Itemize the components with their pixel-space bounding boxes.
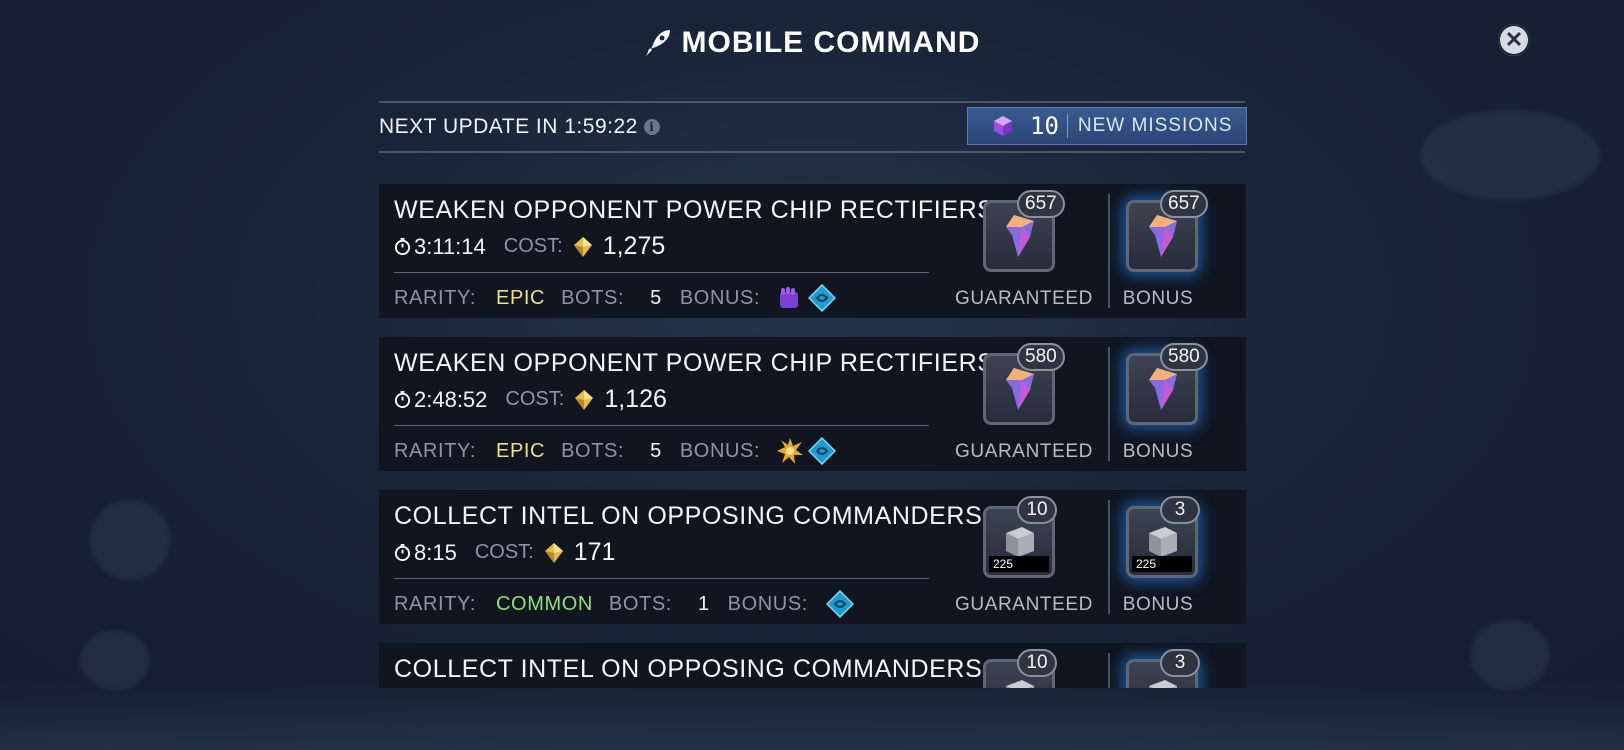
guaranteed-reward[interactable]: 225 10 GUARANTEED bbox=[955, 496, 1093, 618]
power-chip-icon bbox=[1149, 215, 1177, 257]
mission-title: COLLECT INTEL ON OPPOSING COMMANDERS bbox=[394, 655, 983, 683]
guaranteed-reward[interactable]: 580 GUARANTEED bbox=[955, 343, 1093, 465]
reward-count: 657 bbox=[1160, 190, 1208, 218]
rocket-icon bbox=[645, 30, 670, 56]
circuit-icon bbox=[808, 437, 837, 465]
bonus-reward[interactable]: 3 bbox=[1098, 649, 1218, 688]
clock-icon bbox=[394, 391, 411, 408]
clock-icon bbox=[394, 238, 411, 255]
mission-title: WEAKEN OPPONENT POWER CHIP RECTIFIERS bbox=[394, 349, 995, 377]
bots-value: 5 bbox=[650, 286, 662, 309]
mission-card[interactable]: COLLECT INTEL ON OPPOSING COMMANDERS 8:1… bbox=[379, 490, 1246, 624]
header-bar: NEXT UPDATE IN 1:59:22 i 10 NEW MISSIONS bbox=[379, 101, 1247, 153]
divider bbox=[394, 425, 929, 426]
reward-count: 3 bbox=[1160, 649, 1200, 677]
mission-card[interactable]: WEAKEN OPPONENT POWER CHIP RECTIFIERS 2:… bbox=[379, 337, 1246, 471]
bots-value: 1 bbox=[697, 592, 710, 615]
info-icon[interactable]: i bbox=[643, 119, 660, 135]
power-chip-icon bbox=[1006, 368, 1034, 410]
mission-info: RARITY: EPIC BOTS: 5 BONUS: bbox=[394, 437, 837, 465]
background-band bbox=[0, 680, 1624, 750]
bonus-label: BONUS: bbox=[679, 286, 761, 309]
mission-meta: 2:48:52 COST: 1,126 bbox=[394, 385, 667, 414]
background-blur bbox=[90, 500, 170, 580]
mission-info: RARITY: EPIC BOTS: 5 BONUS: bbox=[394, 284, 837, 312]
guaranteed-label: GUARANTEED bbox=[955, 288, 1093, 309]
bonus-reward-label: BONUS bbox=[1122, 594, 1194, 615]
new-missions-button[interactable]: 10 NEW MISSIONS bbox=[967, 107, 1247, 145]
bots-label: BOTS: bbox=[561, 286, 625, 309]
burst-icon bbox=[777, 438, 804, 464]
reward-strip: 225 bbox=[989, 556, 1049, 572]
cost-label: COST: bbox=[505, 388, 565, 410]
mission-time: 2:48:52 bbox=[414, 386, 488, 412]
divider bbox=[394, 272, 929, 273]
mission-time: 3:11:14 bbox=[414, 233, 486, 259]
cost-label: COST: bbox=[474, 541, 534, 563]
reward-count: 657 bbox=[1017, 190, 1065, 218]
bonus-label: BONUS: bbox=[727, 592, 808, 615]
mission-meta: 8:15 COST: 171 bbox=[394, 538, 615, 567]
bots-value: 5 bbox=[650, 439, 662, 462]
page-title: MOBILE COMMAND bbox=[644, 26, 981, 60]
mission-info: RARITY: COMMON BOTS: 1 BONUS: bbox=[394, 590, 854, 618]
mission-meta: 3:11:14 COST: 1,275 bbox=[394, 232, 665, 261]
bots-label: BOTS: bbox=[608, 592, 672, 615]
reward-strip: 225 bbox=[1132, 556, 1192, 572]
bonus-reward-label: BONUS bbox=[1122, 288, 1194, 309]
guaranteed-label: GUARANTEED bbox=[955, 441, 1093, 462]
reward-count: 10 bbox=[1017, 496, 1057, 524]
bonus-reward[interactable]: 657 BONUS bbox=[1098, 190, 1218, 312]
gem-icon bbox=[573, 236, 592, 257]
gem-icon bbox=[575, 389, 594, 410]
bots-label: BOTS: bbox=[561, 439, 625, 462]
mission-card[interactable]: WEAKEN OPPONENT POWER CHIP RECTIFIERS 3:… bbox=[379, 184, 1246, 318]
gem-icon bbox=[544, 542, 563, 563]
background-blur bbox=[1420, 110, 1600, 200]
guaranteed-reward[interactable]: 657 GUARANTEED bbox=[955, 190, 1093, 312]
reward-count: 580 bbox=[1017, 343, 1065, 371]
title-row: MOBILE COMMAND bbox=[0, 26, 1624, 63]
rarity-value: EPIC bbox=[496, 439, 546, 462]
mission-title: WEAKEN OPPONENT POWER CHIP RECTIFIERS bbox=[394, 196, 995, 224]
next-update: NEXT UPDATE IN 1:59:22 i bbox=[379, 115, 660, 139]
rarity-value: EPIC bbox=[496, 286, 546, 309]
rarity-label: RARITY: bbox=[394, 592, 476, 615]
power-chip-icon bbox=[1149, 368, 1177, 410]
reward-count: 3 bbox=[1160, 496, 1200, 524]
close-icon: ✕ bbox=[1504, 27, 1524, 52]
mission-cost: 1,126 bbox=[604, 385, 667, 413]
circuit-icon bbox=[825, 590, 854, 618]
bonus-reward[interactable]: 580 BONUS bbox=[1098, 343, 1218, 465]
reward-count: 10 bbox=[1017, 649, 1057, 677]
cube-icon bbox=[994, 116, 1012, 136]
mission-list[interactable]: WEAKEN OPPONENT POWER CHIP RECTIFIERS 3:… bbox=[379, 184, 1246, 688]
close-button[interactable]: ✕ bbox=[1498, 24, 1530, 56]
mission-title: COLLECT INTEL ON OPPOSING COMMANDERS bbox=[394, 502, 983, 530]
mission-time: 8:15 bbox=[414, 539, 457, 565]
rarity-label: RARITY: bbox=[394, 439, 476, 462]
power-chip-icon bbox=[1006, 215, 1034, 257]
guaranteed-reward[interactable]: 10 bbox=[955, 649, 1075, 688]
bonus-label: BONUS: bbox=[679, 439, 761, 462]
mission-card[interactable]: COLLECT INTEL ON OPPOSING COMMANDERS 10 … bbox=[379, 643, 1246, 688]
mission-cost: 171 bbox=[573, 538, 616, 566]
cost-label: COST: bbox=[503, 235, 563, 257]
missions-label: NEW MISSIONS bbox=[1077, 115, 1233, 136]
reward-count: 580 bbox=[1160, 343, 1208, 371]
guaranteed-label: GUARANTEED bbox=[955, 594, 1093, 615]
divider bbox=[394, 578, 929, 579]
mission-cost: 1,275 bbox=[602, 232, 666, 260]
clock-icon bbox=[394, 544, 411, 561]
fist-icon bbox=[780, 287, 799, 308]
next-update-text: NEXT UPDATE IN 1:59:22 bbox=[379, 115, 638, 138]
page-title-text: MOBILE COMMAND bbox=[681, 26, 981, 59]
bonus-reward-label: BONUS bbox=[1122, 441, 1194, 462]
bonus-reward[interactable]: 225 3 BONUS bbox=[1098, 496, 1218, 618]
rarity-value: COMMON bbox=[496, 592, 593, 615]
missions-count: 10 bbox=[1030, 112, 1059, 140]
missions-separator bbox=[1066, 114, 1068, 138]
rarity-label: RARITY: bbox=[394, 286, 476, 309]
circuit-icon bbox=[808, 284, 837, 312]
